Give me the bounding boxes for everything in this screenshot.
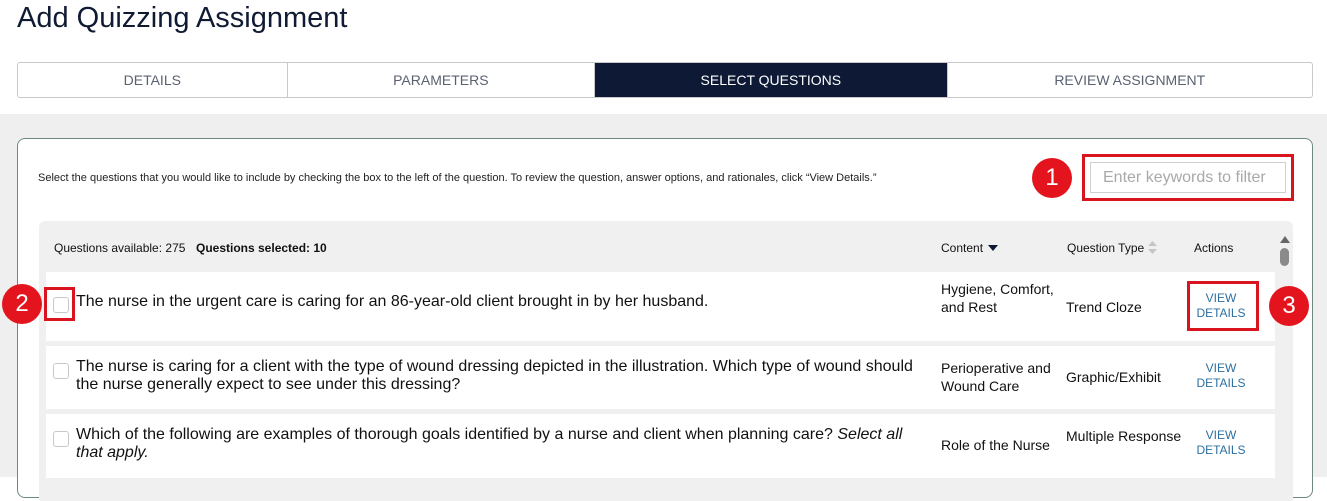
view-details-link[interactable]: VIEW DETAILS (1191, 361, 1251, 391)
page-title: Add Quizzing Assignment (17, 2, 348, 34)
column-content[interactable]: Content (941, 241, 999, 255)
questions-table: Questions available: 275 Questions selec… (39, 221, 1293, 501)
tab-parameters[interactable]: PARAMETERS (288, 63, 596, 97)
question-content: Role of the Nurse (941, 437, 1050, 453)
tab-select-questions[interactable]: SELECT QUESTIONS (595, 63, 948, 97)
sort-desc-icon (988, 245, 999, 251)
table-row: The nurse in the urgent care is caring f… (46, 272, 1275, 341)
view-details-link[interactable]: VIEW DETAILS (1191, 428, 1251, 458)
question-content: Hygiene, Comfort, and Rest (941, 281, 1054, 315)
question-type: Trend Cloze (1066, 299, 1142, 315)
column-content-label: Content (941, 241, 984, 255)
tab-review-assignment[interactable]: REVIEW ASSIGNMENT (948, 63, 1312, 97)
view-details-highlight (1187, 281, 1259, 331)
annotation-badge-3: 3 (1269, 286, 1309, 326)
column-question-type[interactable]: Question Type (1067, 241, 1158, 257)
column-question-type-label: Question Type (1067, 241, 1145, 255)
wizard-tabs: DETAILS PARAMETERS SELECT QUESTIONS REVI… (17, 62, 1313, 98)
table-row: Which of the following are examples of t… (46, 414, 1275, 478)
annotation-badge-1: 1 (1032, 158, 1072, 198)
question-text: The nurse is caring for a client with th… (76, 358, 913, 393)
table-header: Questions available: 275 Questions selec… (39, 221, 1275, 271)
column-actions: Actions (1194, 241, 1234, 255)
sort-both-icon (1148, 241, 1158, 257)
questions-available-count: Questions available: 275 (54, 241, 186, 255)
annotation-badge-2: 2 (2, 284, 42, 324)
instructions-text: Select the questions that you would like… (38, 172, 877, 184)
question-checkbox[interactable] (53, 431, 69, 447)
tab-details[interactable]: DETAILS (18, 63, 288, 97)
scrollbar-thumb[interactable] (1280, 248, 1289, 266)
questions-panel: Select the questions that you would like… (17, 138, 1313, 501)
question-text: Which of the following are examples of t… (76, 426, 926, 462)
question-checkbox[interactable] (53, 363, 69, 379)
table-row: The nurse is caring for a client with th… (46, 346, 1275, 409)
question-type: Multiple Response (1066, 428, 1182, 444)
question-text-main: Which of the following are examples of t… (76, 426, 833, 443)
questions-selected-count: Questions selected: 10 (196, 241, 327, 255)
checkbox-highlight (44, 287, 75, 321)
filter-input[interactable] (1090, 162, 1286, 193)
filter-highlight (1082, 154, 1294, 201)
scroll-up-icon[interactable] (1280, 236, 1290, 243)
question-type: Graphic/Exhibit (1066, 369, 1161, 385)
question-content: Perioperative and Wound Care (941, 360, 1051, 394)
question-text: The nurse in the urgent care is caring f… (76, 293, 709, 310)
